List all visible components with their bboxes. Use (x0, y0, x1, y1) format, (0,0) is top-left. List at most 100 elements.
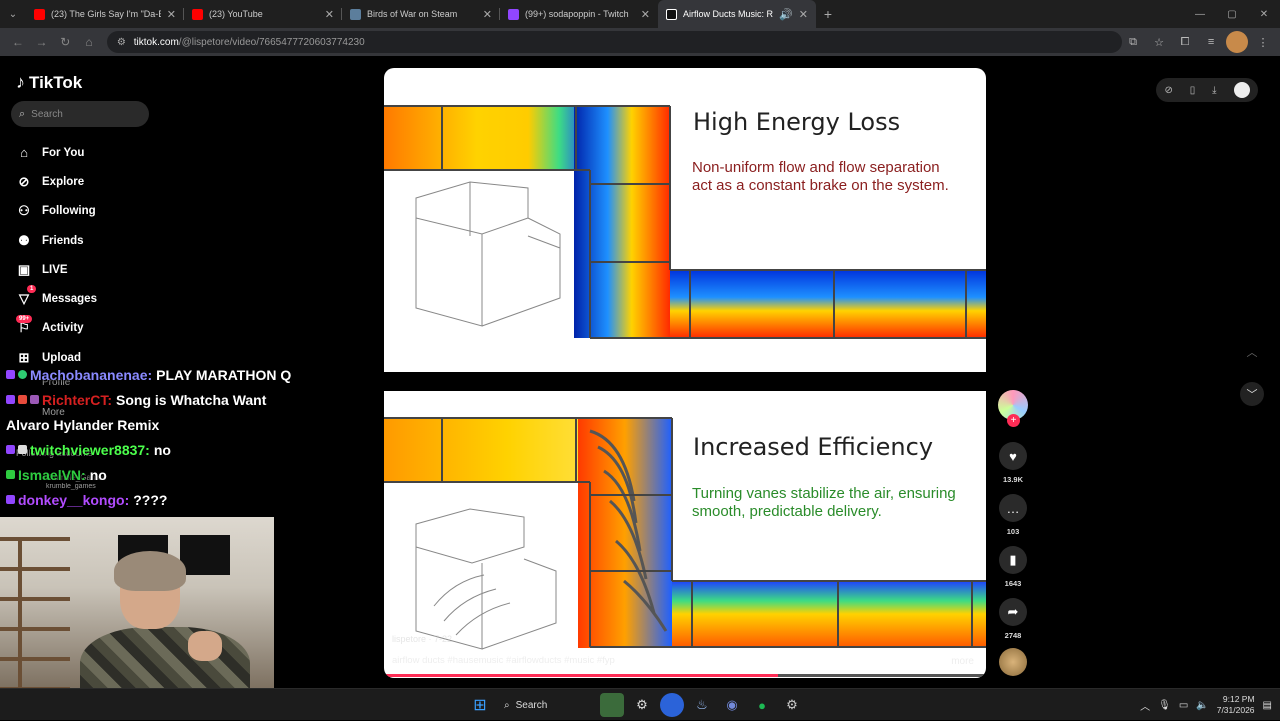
chat-message: IsmaelVN: no (6, 462, 346, 487)
sidebar-item-label: Messages (42, 293, 97, 306)
theme-toggle[interactable] (1233, 82, 1250, 98)
activity-badge: 99+ (16, 314, 33, 323)
caption-more-button[interactable]: more (951, 656, 974, 667)
browser-toolbar: ← → ↻ ⌂ ⚙ tiktok.com/@lispetore/video/76… (0, 28, 1280, 56)
settings-gear-icon[interactable]: ⚙ (630, 693, 654, 717)
phone-icon[interactable]: ▯ (1190, 85, 1196, 96)
video-text-bottom: Turning vanes stabilize the air, ensurin… (692, 485, 956, 520)
tray-overflow-icon[interactable]: ︿ (1140, 698, 1150, 713)
back-icon[interactable]: ← (6, 30, 30, 54)
chat-text: no (153, 441, 171, 458)
browser-tab-bar: ⌄ (23) The Girls Say I'm "Da-Bomb" ✕ (23… (0, 0, 1280, 28)
maximize-icon[interactable]: ▢ (1216, 0, 1248, 28)
notifications-icon[interactable]: ▤ (1263, 700, 1272, 711)
reload-icon[interactable]: ↻ (53, 30, 77, 54)
clock-date: 7/31/2026 (1216, 705, 1255, 715)
close-icon[interactable]: ✕ (167, 8, 176, 21)
video-progress-bar[interactable] (384, 674, 986, 677)
save-button[interactable]: ▮ 1643 (996, 546, 1030, 588)
tab-title: (23) The Girls Say I'm "Da-Bomb" (51, 9, 161, 19)
app-gear-icon[interactable]: ⚙ (780, 693, 804, 717)
browser-tab[interactable]: (99+) sodapoppin - Twitch ✕ (500, 0, 658, 28)
steam-icon[interactable]: ♨ (690, 693, 714, 717)
like-button[interactable]: ♥ 13.9K (996, 442, 1030, 484)
chat-text: no (89, 466, 107, 483)
sidebar-item-following[interactable]: ⚇ Following (14, 197, 97, 226)
new-tab-button[interactable]: + (816, 0, 840, 28)
sidebar-nav: ⌂ For You ⊘ Explore ⚇ Following ⚉ Friend… (14, 138, 97, 372)
volume-icon[interactable]: 🔈 (1196, 700, 1208, 711)
chat-badge-icon (6, 495, 15, 504)
browser-tab[interactable]: (23) The Girls Say I'm "Da-Bomb" ✕ (26, 0, 184, 28)
windows-start-icon[interactable]: ⊞ (468, 693, 492, 717)
chat-badge-icon (18, 445, 27, 454)
search-input[interactable]: ⌕ Search (11, 101, 149, 127)
extensions-icon[interactable]: ⧠ (1174, 31, 1196, 53)
chat-message-continued: Alvaro Hylander Remix (6, 412, 346, 437)
discord-icon[interactable]: ◉ (720, 693, 744, 717)
creator-avatar[interactable]: + (996, 390, 1030, 427)
windows-taskbar: ⊞ ⌕ Search ⚙ ♨ ◉ ● ⚙ ︿ 🎙 ▭ 🔈 9:12 PM 7/3… (0, 688, 1280, 720)
video-text-top: Non-uniform flow and flow separation act… (692, 159, 949, 194)
site-info-icon[interactable]: ⚙ (117, 37, 126, 48)
share-button[interactable]: ➦ 2748 (996, 598, 1030, 640)
close-icon[interactable]: ✕ (799, 8, 808, 21)
follow-plus-icon[interactable]: + (1007, 414, 1020, 427)
autoscroll-icon[interactable]: ⊘ (1164, 85, 1172, 96)
video-heading-bottom: Increased Efficiency (693, 433, 934, 461)
sidebar-item-messages[interactable]: ▽ 1 Messages (14, 284, 97, 313)
like-count: 13.9K (1002, 475, 1023, 484)
messages-icon: ▽ (19, 291, 29, 307)
close-icon[interactable]: ✕ (325, 8, 334, 21)
sidebar-item-live[interactable]: ▣ LIVE (14, 255, 97, 284)
browser-tab[interactable]: (23) YouTube ✕ (184, 0, 342, 28)
search-icon: ⌕ (504, 699, 510, 711)
sound-disc[interactable] (996, 648, 1030, 676)
forward-icon[interactable]: → (30, 30, 54, 54)
close-window-icon[interactable]: ✕ (1248, 0, 1280, 28)
close-icon[interactable]: ✕ (641, 8, 650, 21)
home-icon[interactable]: ⌂ (77, 30, 101, 54)
game-icon[interactable] (600, 693, 624, 717)
close-icon[interactable]: ✕ (483, 8, 492, 21)
media-icon[interactable]: ≡ (1200, 31, 1222, 53)
video-player[interactable]: High Energy Loss Non-uniform flow and fl… (384, 68, 986, 678)
address-bar[interactable]: ⚙ tiktok.com/@lispetore/video/7665477720… (106, 31, 1123, 53)
heart-icon: ♥ (999, 442, 1027, 470)
next-video-button[interactable]: ﹀ (1240, 382, 1264, 406)
download-icon[interactable]: ⤓ (1212, 85, 1216, 96)
chat-text: Alvaro Hylander Remix (6, 416, 160, 433)
system-tray: ︿ 🎙 ▭ 🔈 9:12 PM 7/31/2026 ▤ (1140, 689, 1272, 721)
browser-tab[interactable]: Birds of War on Steam ✕ (342, 0, 500, 28)
menu-icon[interactable]: ⋮ (1252, 31, 1274, 53)
comment-count: 103 (1006, 527, 1020, 536)
profile-avatar[interactable] (1226, 31, 1249, 53)
microphone-icon[interactable]: 🎙 (1158, 700, 1171, 711)
sidebar-item-friends[interactable]: ⚉ Friends (14, 226, 97, 255)
chrome-icon[interactable] (660, 693, 684, 717)
bookmark-star-icon[interactable]: ☆ (1148, 31, 1170, 53)
previous-video-button[interactable]: ︿ (1240, 340, 1264, 364)
sidebar-item-explore[interactable]: ⊘ Explore (14, 167, 97, 196)
spotify-icon[interactable]: ● (750, 693, 774, 717)
taskbar-search-label: Search (515, 699, 548, 711)
video-heading-top: High Energy Loss (693, 108, 901, 136)
sidebar-item-label: For You (42, 146, 85, 159)
tab-search-icon[interactable]: ⌄ (0, 0, 26, 28)
cast-icon[interactable]: ⧉ (1122, 31, 1144, 53)
logo-text: TikTok (29, 72, 83, 92)
chat-text: ???? (133, 491, 168, 508)
sidebar-item-activity[interactable]: ⚐ 99+ Activity (14, 314, 97, 343)
taskbar-search[interactable]: ⌕ Search (498, 693, 594, 717)
network-icon[interactable]: ▭ (1179, 700, 1188, 711)
minimize-icon[interactable]: — (1184, 0, 1216, 28)
search-placeholder: Search (31, 108, 63, 120)
comment-icon: … (999, 494, 1027, 522)
comment-button[interactable]: … 103 (996, 494, 1030, 536)
chat-text: PLAY MARATHON Q (156, 366, 292, 383)
speaker-icon[interactable]: 🔊 (779, 8, 793, 21)
sidebar-item-for-you[interactable]: ⌂ For You (14, 138, 97, 167)
clock[interactable]: 9:12 PM 7/31/2026 (1217, 694, 1255, 716)
browser-tab-active[interactable]: Airflow Ducts Music: Relaxing 🔊 ✕ (658, 0, 816, 28)
tiktok-logo[interactable]: ♪ TikTok (16, 72, 82, 93)
